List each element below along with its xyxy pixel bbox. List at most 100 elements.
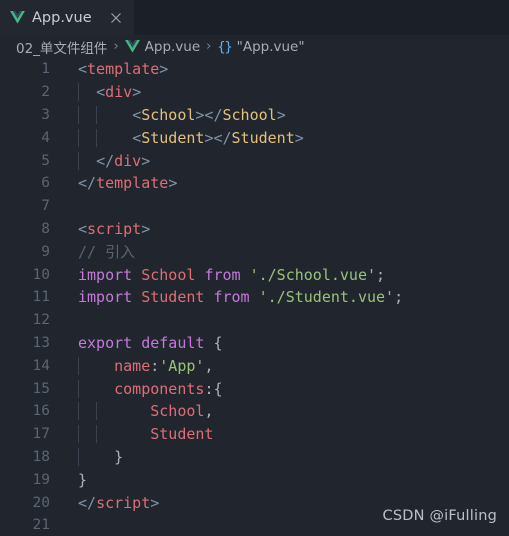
code-token: ></ (195, 105, 223, 124)
code-line[interactable]: 5 </div> (0, 149, 509, 172)
line-content[interactable]: components:{ (50, 379, 509, 398)
code-line[interactable]: 21 (0, 514, 509, 536)
code-line[interactable]: 7 (0, 195, 509, 218)
code-token: > (132, 83, 142, 102)
breadcrumb-folder[interactable]: 02_单文件组件 (16, 37, 107, 57)
code-line[interactable]: 4 <Student></Student> (0, 126, 509, 149)
line-number: 8 (41, 220, 50, 237)
code-token: > (294, 128, 304, 147)
code-line[interactable]: 15 components:{ (0, 377, 509, 400)
breadcrumb-symbol[interactable]: "App.vue" (237, 39, 305, 55)
tab-bar-empty-space (133, 0, 509, 35)
line-content[interactable]: <Student></Student> (50, 128, 509, 147)
code-token: } (78, 470, 88, 489)
code-editor[interactable]: 1 <template> 2 <div> 3 <School></School> 4 <… (0, 58, 509, 536)
code-token: > (159, 60, 169, 79)
line-content[interactable]: </div> (50, 151, 509, 170)
code-token: template (87, 60, 160, 79)
line-number: 11 (32, 289, 50, 306)
line-content[interactable]: </script> (50, 494, 509, 512)
line-number: 3 (41, 106, 50, 123)
line-content[interactable]: import School from './School.vue'; (50, 266, 509, 284)
line-content[interactable]: // 引入 (50, 241, 509, 262)
code-line[interactable]: 18 } (0, 446, 509, 469)
line-number: 12 (32, 312, 50, 329)
code-token: </ (78, 493, 97, 512)
line-content[interactable]: <script> (50, 220, 509, 238)
line-content[interactable]: } (50, 447, 509, 466)
indent-guide (96, 425, 97, 444)
code-line[interactable]: 10 import School from './School.vue'; (0, 263, 509, 286)
line-content[interactable]: School, (50, 402, 509, 421)
code-line[interactable]: 2 <div> (0, 81, 509, 104)
tab-app-vue[interactable]: App.vue (0, 0, 134, 35)
code-line[interactable]: 16 School, (0, 400, 509, 423)
code-token: > (141, 219, 151, 238)
code-line[interactable]: 19} (0, 468, 509, 491)
line-content[interactable]: } (50, 471, 509, 489)
line-number: 1 (41, 61, 50, 78)
line-number: 2 (41, 84, 50, 101)
line-content[interactable]: name:'App', (50, 356, 509, 375)
code-token: { (213, 379, 223, 398)
code-line[interactable]: 6 </template> (0, 172, 509, 195)
code-token: // 引入 (78, 243, 136, 262)
indent-guide (78, 447, 79, 466)
line-content[interactable]: export default { (50, 334, 509, 352)
line-content[interactable]: <template> (50, 60, 509, 78)
close-icon[interactable] (108, 10, 124, 26)
line-number: 17 (32, 426, 50, 443)
code-token: from (204, 265, 241, 284)
breadcrumb-file[interactable]: App.vue (145, 39, 201, 55)
code-line[interactable]: 14 name:'App', (0, 354, 509, 377)
line-content[interactable]: <School></School> (50, 105, 509, 124)
code-token: Student (141, 128, 205, 147)
line-number: 9 (41, 243, 50, 260)
line-number: 18 (32, 448, 50, 465)
code-token: School (150, 402, 205, 421)
code-token: import (78, 288, 133, 307)
code-lines[interactable]: 1 <template> 2 <div> 3 <School></School> 4 <… (0, 58, 509, 536)
code-line[interactable]: 1 <template> (0, 58, 509, 81)
code-line[interactable]: 11 import Student from './Student.vue'; (0, 286, 509, 309)
code-token: ; (394, 288, 404, 307)
indent-guide (96, 105, 97, 124)
line-content[interactable]: Student (50, 425, 509, 444)
code-token: './School.vue' (249, 265, 377, 284)
code-line[interactable]: 12 (0, 309, 509, 332)
code-line[interactable]: 17 Student (0, 423, 509, 446)
code-token: > (150, 493, 160, 512)
indent-guide (96, 128, 97, 147)
code-line[interactable]: 13 export default { (0, 332, 509, 355)
breadcrumb: 02_单文件组件 › App.vue › {} "App.vue" (0, 35, 509, 58)
breadcrumb-separator-1: › (113, 39, 119, 54)
code-line[interactable]: 3 <School></School> (0, 104, 509, 127)
vue-logo-icon (10, 11, 25, 24)
code-token: div (114, 151, 142, 170)
code-token: < (132, 128, 142, 147)
code-token: export default (78, 333, 205, 352)
line-number: 16 (32, 403, 50, 420)
indent-guide (78, 379, 79, 398)
code-line[interactable]: 9 // 引入 (0, 240, 509, 263)
code-line[interactable]: 8 <script> (0, 218, 509, 241)
line-content[interactable]: </template> (50, 174, 509, 192)
code-token: < (132, 105, 142, 124)
line-content[interactable]: import Student from './Student.vue'; (50, 288, 509, 306)
code-token: { (213, 333, 223, 352)
code-token: School (141, 105, 196, 124)
code-token: './Student.vue' (258, 288, 395, 307)
code-line[interactable]: 20 </script> (0, 491, 509, 514)
code-token: : (150, 356, 160, 375)
line-content[interactable]: <div> (50, 83, 509, 102)
indent-guide (96, 402, 97, 421)
line-number: 21 (32, 517, 50, 534)
indent-guide (78, 105, 79, 124)
code-token: < (78, 219, 88, 238)
